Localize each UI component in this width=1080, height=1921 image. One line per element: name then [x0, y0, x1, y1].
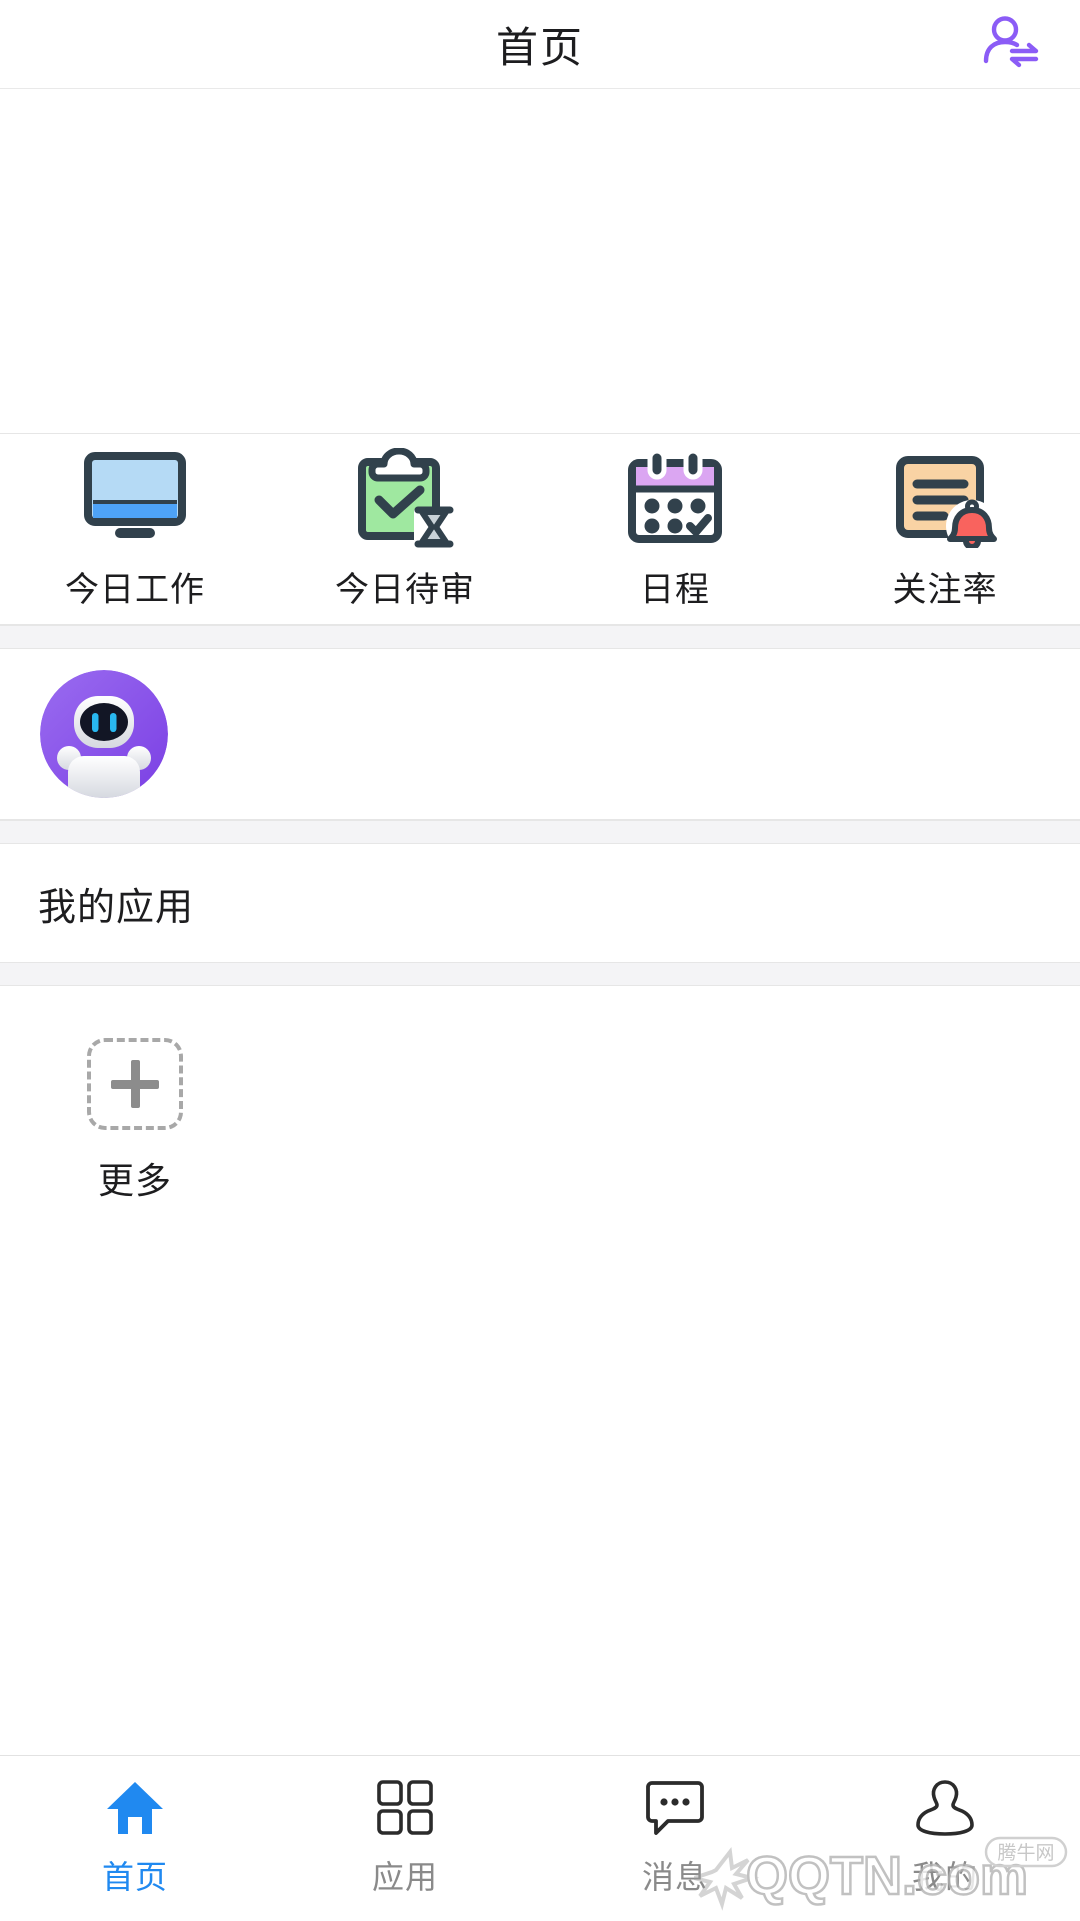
quick-action-attention-rate[interactable]: 关注率: [810, 448, 1080, 611]
app-screen: 首页 今日工作 今日待审 日程 关注率 我的应用 更多 首页 应用 消息 我的 …: [0, 0, 1080, 1920]
tab-label: 应用: [371, 1859, 438, 1895]
home-icon: [104, 1774, 166, 1842]
quick-action-label: 今日待审: [335, 570, 475, 609]
add-plus-icon: [87, 1038, 183, 1130]
robot-assistant-avatar[interactable]: [40, 670, 168, 798]
tab-label: 首页: [101, 1859, 168, 1895]
my-apps-grid: 更多: [0, 986, 1080, 1755]
tab-home[interactable]: 首页: [0, 1774, 270, 1898]
section-divider: [0, 625, 1080, 649]
grid-icon: [375, 1774, 435, 1842]
bottom-tabbar: 首页 应用 消息 我的: [0, 1755, 1080, 1920]
section-divider: [0, 962, 1080, 986]
quick-action-label: 日程: [640, 570, 710, 609]
quick-action-schedule[interactable]: 日程: [540, 448, 810, 611]
monitor-icon: [75, 448, 195, 548]
clipboard-check-hourglass-icon: [345, 447, 465, 548]
app-label: 更多: [97, 1160, 172, 1201]
person-icon: [916, 1774, 974, 1842]
my-apps-header: 我的应用: [0, 844, 1080, 962]
tab-label: 我的: [911, 1859, 978, 1895]
quick-action-today-review[interactable]: 今日待审: [270, 447, 540, 611]
my-apps-title: 我的应用: [38, 886, 195, 929]
quick-action-label: 关注率: [892, 570, 998, 609]
app-cell-more[interactable]: 更多: [0, 1038, 270, 1204]
switch-user-icon: [979, 11, 1041, 78]
section-divider: [0, 820, 1080, 844]
switch-user-button[interactable]: [974, 8, 1046, 80]
quick-action-label: 今日工作: [65, 570, 205, 609]
tab-label: 消息: [641, 1859, 708, 1895]
tab-profile[interactable]: 我的: [810, 1774, 1080, 1898]
quick-action-today-work[interactable]: 今日工作: [0, 448, 270, 611]
tab-messages[interactable]: 消息: [540, 1774, 810, 1898]
tab-apps[interactable]: 应用: [270, 1774, 540, 1898]
banner-carousel[interactable]: [0, 89, 1080, 434]
document-bell-icon: [885, 448, 1005, 548]
assistant-row: [0, 649, 1080, 820]
calendar-icon: [615, 448, 735, 548]
page-header: 首页: [0, 0, 1080, 89]
chat-icon: [644, 1774, 706, 1842]
quick-action-row: 今日工作 今日待审 日程 关注率: [0, 434, 1080, 625]
page-title: 首页: [495, 23, 584, 71]
